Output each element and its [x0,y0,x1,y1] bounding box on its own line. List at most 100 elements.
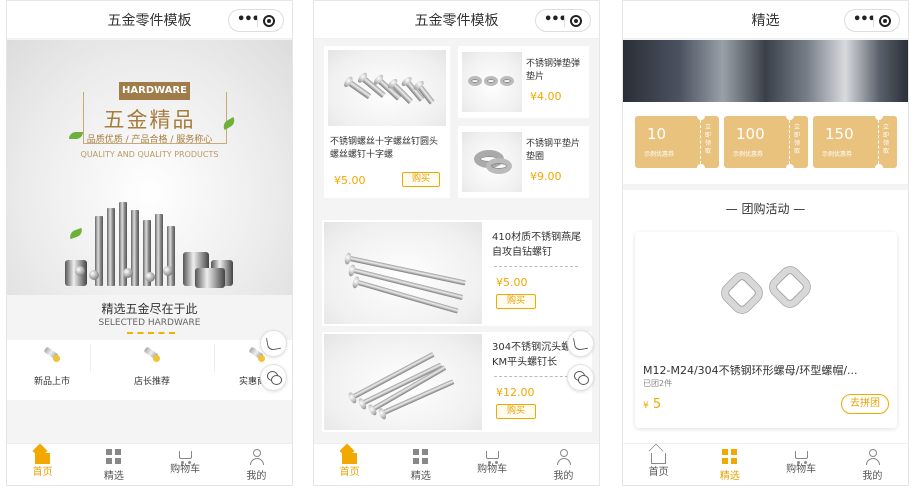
section-title: — 团购活动 — [725,202,806,216]
product-image [462,52,522,112]
tab-cart[interactable]: 购物车 [766,444,837,485]
hardware-image [45,166,255,288]
coupon[interactable]: 150 示例优惠券 立即领取 [813,112,897,172]
product-price: ¥ 5 [643,397,662,412]
chat-icon [574,371,589,385]
section-subtitle: SELECTED HARDWARE [98,318,201,328]
close-circle-icon[interactable] [263,15,275,27]
product-card[interactable]: 不锈钢弹垫弹垫片 ¥4.00 [458,46,589,118]
product-price: ¥9.00 [530,170,562,183]
quick-link-recommend[interactable]: 店长推荐 [112,340,192,400]
list-item[interactable]: 410材质不锈钢燕尾自攻自钻螺钉 ¥5.00 购买 [322,220,592,326]
tab-featured[interactable]: 精选 [78,444,149,485]
section-title: 精选五金尽在于此 [101,302,198,316]
product-card[interactable]: 不锈钢平垫片垫圈 ¥9.00 [458,126,589,198]
user-icon [865,449,880,465]
grid-icon [106,449,122,464]
content: 10 示例优惠券 立即领取 100 示例优惠券 立即领取 150 示例优惠券 立… [623,40,908,443]
page-title: 五金零件模板 [414,13,499,29]
product-image [328,50,446,126]
product-card[interactable]: 不锈钢螺丝十字螺丝钉圆头螺丝螺钉十字螺 ¥5.00 购买 [324,46,450,198]
chat-button[interactable] [567,364,594,391]
coupon-amount: 10 [647,125,667,143]
product-price: ¥4.00 [530,90,562,103]
close-circle-icon[interactable] [570,15,582,27]
home-icon [342,453,358,464]
more-icon[interactable]: ••• [237,10,260,30]
list-item[interactable]: 304不锈钢沉头螺丝KM平头螺钉长 ¥12.00 购买 [322,332,592,432]
tab-cart[interactable]: 购物车 [150,444,221,485]
phone-icon [265,335,282,352]
group-product-card[interactable]: M12-M24/304不锈钢环形螺母/环型螺帽/... 已团2件 ¥ 5 去拼团 [635,232,897,428]
sold-count: 已团2件 [643,379,673,388]
page-title: 五金零件模板 [107,13,192,29]
mini-program-capsule[interactable]: ••• [228,9,284,32]
coupon-desc: 示例优惠券 [644,151,675,158]
screw-icon [141,346,163,368]
product-price: ¥12.00 [496,386,535,399]
phone-home: 五金零件模板 ••• HARDWARE 五金精品 品质优质 / 产品合格 / 服… [6,0,293,486]
product-image [324,222,482,324]
mini-program-capsule[interactable]: ••• [535,9,591,32]
tab-featured[interactable]: 精选 [385,444,456,485]
grid-icon [722,449,738,464]
phone-featured: 精选 ••• 10 示例优惠券 立即领取 100 示例优惠券 立即领取 150 [622,0,909,486]
buy-button[interactable]: 购买 [496,294,536,309]
more-icon[interactable]: ••• [853,10,876,30]
coupon[interactable]: 100 示例优惠券 立即领取 [724,112,808,172]
hero-image[interactable] [623,40,908,102]
screw-icon [41,346,63,368]
nav-bar: 精选 ••• [623,1,908,39]
tab-profile[interactable]: 我的 [837,444,908,485]
home-icon [35,453,51,464]
buy-button[interactable]: 购买 [496,404,536,419]
banner-subtitle: 品质优质 / 产品合格 / 服务称心 [86,135,213,145]
join-group-button[interactable]: 去拼团 [841,394,889,414]
section-underline [127,332,175,334]
product-name: 410材质不锈钢燕尾自攻自钻螺钉 [492,232,582,258]
product-image [639,236,893,354]
tab-featured[interactable]: 精选 [694,444,765,485]
buy-button[interactable]: 购买 [402,172,440,187]
tab-cart[interactable]: 购物车 [457,444,528,485]
banner-tag: HARDWARE [119,82,190,100]
more-icon[interactable]: ••• [544,10,567,30]
tab-bar: 首页 精选 购物车 我的 [7,443,292,485]
product-price: ¥5.00 [496,276,528,289]
tab-home[interactable]: 首页 [623,444,694,485]
user-icon [249,449,264,465]
tab-profile[interactable]: 我的 [528,444,599,485]
call-button[interactable] [260,330,287,357]
mini-program-capsule[interactable]: ••• [844,9,900,32]
coupon-claim[interactable]: 立即领取 [883,124,893,156]
product-image [462,132,522,192]
close-circle-icon[interactable] [879,15,891,27]
tab-home[interactable]: 首页 [7,444,78,485]
product-image [324,334,482,430]
banner-subtitle-en: QUALITY AND QUALITY PRODUCTS [80,150,219,159]
coupon-row: 10 示例优惠券 立即领取 100 示例优惠券 立即领取 150 示例优惠券 立… [623,102,908,184]
tab-bar: 首页 精选 购物车 我的 [314,443,599,485]
cart-icon [178,451,192,464]
cart-icon [794,451,808,464]
call-button[interactable] [567,330,594,357]
product-name: 不锈钢弹垫弹垫片 [526,59,581,82]
content: HARDWARE 五金精品 品质优质 / 产品合格 / 服务称心 QUALITY… [7,40,292,443]
quick-link-new[interactable]: 新品上市 [12,340,92,400]
chat-button[interactable] [260,364,287,391]
cart-icon [485,451,499,464]
tab-home[interactable]: 首页 [314,444,385,485]
hero-banner[interactable]: HARDWARE 五金精品 品质优质 / 产品合格 / 服务称心 QUALITY… [7,40,292,295]
phone-products: 五金零件模板 ••• 不锈钢螺丝十字螺丝钉圆头螺丝螺钉十字螺 ¥5.00 购买 [313,0,600,486]
chat-icon [267,371,282,385]
group-buy-section: — 团购活动 — M12-M24/304不锈钢环形螺母/环型螺帽/... 已团2… [623,190,908,443]
grid-icon [413,449,429,464]
product-name: M12-M24/304不锈钢环形螺母/环型螺帽/... [643,364,858,377]
home-icon [651,453,667,464]
coupon[interactable]: 10 示例优惠券 立即领取 [635,112,719,172]
user-icon [556,449,571,465]
tab-profile[interactable]: 我的 [221,444,292,485]
coupon-desc: 示例优惠券 [733,151,764,158]
coupon-claim[interactable]: 立即领取 [794,124,804,156]
coupon-claim[interactable]: 立即领取 [705,124,715,156]
